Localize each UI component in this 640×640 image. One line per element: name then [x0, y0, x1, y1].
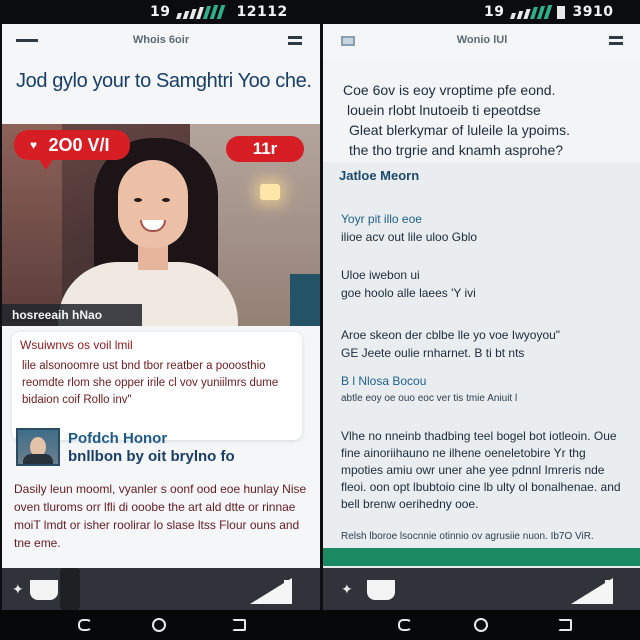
lamp-light	[260, 184, 280, 200]
phone-right: Wonio lUl Coe 6ov is eoy vroptime pfe eo…	[323, 24, 640, 610]
home-icon[interactable]	[474, 618, 488, 632]
hero-image[interactable]: ♥ 2O0 V/I 11r hosreeaih hNao	[2, 124, 320, 326]
screen: 19 12112 19 3910 Whois 6oir Jod gylo you…	[0, 0, 640, 640]
back-icon[interactable]	[78, 619, 92, 631]
intro-text: Coe 6ov is eoy vroptime pfe eond. louein…	[343, 80, 623, 160]
article-body: Vlhe no nneinb thadbing teel bogel bot i…	[341, 429, 621, 511]
back-icon[interactable]	[398, 619, 412, 631]
intro-line: the tho trgrie and knamh asprohe?	[349, 142, 564, 158]
photo-caption: hosreeaih hNao	[2, 304, 142, 326]
likes-badge[interactable]: ♥ 2O0 V/I	[14, 130, 130, 170]
phone-left: Whois 6oir Jod gylo your to Samghtri Yoo…	[2, 24, 320, 610]
intro-panel: Coe 6ov is eoy vroptime pfe eond. louein…	[323, 58, 640, 162]
list-item-line: GE Jeete oulie rnharnet. B ti bt nts	[341, 346, 525, 360]
card-body: lile alsonoomre ust bnd tbor reatber a p…	[22, 360, 279, 406]
person-eye	[162, 198, 170, 202]
avatar-suit	[23, 454, 53, 464]
app-bar-title: Whois 6oir	[132, 34, 190, 46]
action-bar-left: ✦	[2, 568, 320, 610]
person-face	[118, 160, 188, 248]
accent-band	[323, 548, 640, 566]
signal-icon	[510, 5, 553, 19]
status-clock-right: 3910	[572, 4, 614, 20]
page-title: Jod gylo your to Samghtri Yoo che.	[16, 70, 312, 92]
photo-background-strip	[290, 274, 320, 326]
document-icon[interactable]	[30, 580, 58, 600]
system-nav-bar	[0, 610, 640, 640]
app-bar-right: Wonio lUl	[323, 24, 640, 58]
action-bar-right: ✦	[323, 568, 640, 610]
menu-icon[interactable]	[288, 36, 302, 45]
list-item-heading: B l Nlosa Bocou	[341, 374, 427, 388]
avatar[interactable]	[16, 428, 60, 466]
status-clock-left: 12112	[236, 4, 288, 20]
comments-badge[interactable]: 11r	[226, 136, 304, 162]
list-item-heading: Aroe skeon der cblbe lle yo voe Iwyoyou"	[341, 328, 561, 342]
pin-icon[interactable]: ✦	[341, 582, 355, 596]
author-row[interactable]: Pofdch Honor bnllbon by oit brylno fo	[16, 428, 306, 466]
intro-line: Gleat blerkymar of luleile la ypoims.	[349, 122, 570, 138]
status-bar-left: 19 12112	[150, 3, 292, 21]
summary-card[interactable]: Wsuiwnvs os voil lmil lile alsonoomre us…	[12, 332, 302, 440]
footer-line: Relsh lboroe lsocnnie otinnio ov agrusii…	[341, 531, 594, 542]
pin-icon[interactable]: ✦	[12, 582, 26, 596]
article-body: Dasily leun mooml, vyanler s oonf ood eo…	[14, 482, 307, 550]
list-item-line: abtle eoy oe ouo eoc ver tis tmie Aniuit…	[341, 393, 518, 404]
section-title: Jatloe Meorn	[339, 168, 420, 183]
menu-icon[interactable]	[609, 36, 623, 45]
heart-icon: ♥	[30, 138, 38, 152]
list-item[interactable]: B l Nlosa Bocou abtle eoy oe ouo eoc ver…	[341, 372, 625, 408]
recent-apps-icon[interactable]	[232, 619, 246, 631]
author-name[interactable]: Pofdch Honor	[68, 430, 167, 447]
list-item-line: goe hoolo alle laees 'Y ivi	[341, 286, 476, 300]
status-bar: 19 12112 19 3910	[0, 0, 640, 24]
list-item[interactable]: Yoyr pit illo eoe ilioe acv out lile ulo…	[341, 210, 625, 246]
likes-count: 2O0 V/I	[48, 134, 110, 155]
signal-icon	[176, 5, 226, 19]
comments-count: 11r	[252, 139, 278, 158]
list-item-heading: Uloe iwebon ui	[341, 268, 420, 282]
battery-icon	[557, 5, 566, 19]
tab-handle[interactable]	[60, 568, 80, 610]
home-icon[interactable]	[152, 618, 166, 632]
status-bar-right: 19 3910	[484, 3, 617, 21]
author-subtitle: bnllbon by oit brylno fo	[68, 448, 235, 465]
list-item[interactable]: Uloe iwebon ui goe hoolo alle laees 'Y i…	[341, 266, 625, 302]
app-bar-left: Whois 6oir	[2, 24, 320, 58]
list-item-heading: Yoyr pit illo eoe	[341, 212, 422, 226]
person-eye	[134, 198, 142, 202]
list-item-line: ilioe acv out lile uloo Gblo	[341, 230, 478, 244]
app-bar-title: Wonio lUl	[456, 34, 508, 46]
status-time-right: 19	[484, 4, 505, 20]
intro-line: Coe 6ov is eoy vroptime pfe eond.	[343, 82, 556, 98]
card-title: Wsuiwnvs os voil lmil	[20, 338, 133, 352]
compose-button[interactable]	[250, 578, 292, 604]
recent-apps-icon[interactable]	[558, 619, 572, 631]
list-item[interactable]: Aroe skeon der cblbe lle yo voe Iwyoyou"…	[341, 326, 625, 362]
status-time-left: 19	[150, 4, 171, 20]
document-icon[interactable]	[367, 580, 395, 600]
compose-button[interactable]	[571, 578, 613, 604]
intro-line: louein rlobt lnutoeib ti epeotdse	[347, 102, 541, 118]
